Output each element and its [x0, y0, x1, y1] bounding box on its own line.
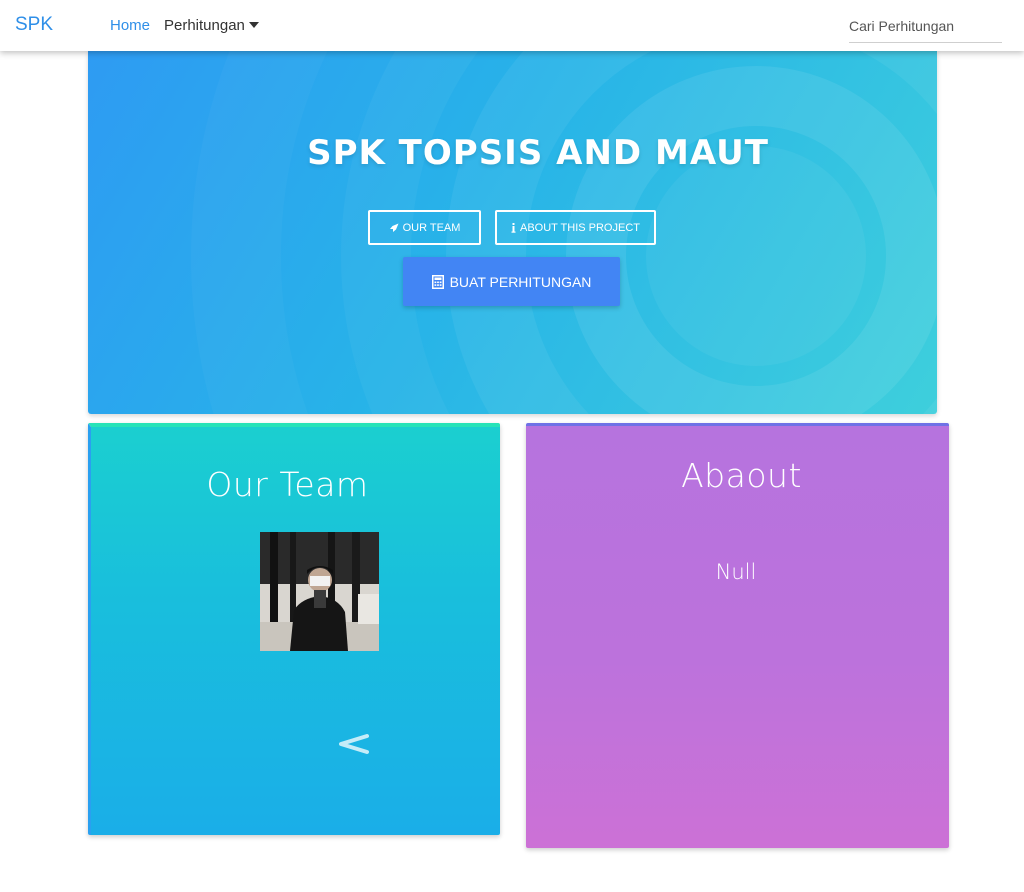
nav-home-link[interactable]: Home	[110, 17, 150, 34]
our-team-button-label: OUR TEAM	[402, 221, 461, 234]
nav-perhitungan-label: Perhitungan	[164, 17, 245, 34]
rocket-icon	[389, 223, 399, 232]
nav-perhitungan-dropdown[interactable]: Perhitungan	[164, 17, 259, 34]
hero-banner: SPK TOPSIS AND MAUT OUR TEAM ABOUT THIS …	[88, 51, 937, 414]
buat-perhitungan-button[interactable]: BUAT PERHITUNGAN	[403, 257, 620, 306]
our-team-button[interactable]: OUR TEAM	[368, 210, 481, 245]
brand-link[interactable]: SPK	[15, 14, 53, 36]
buat-perhitungan-label: BUAT PERHITUNGAN	[449, 273, 592, 290]
search-input[interactable]	[849, 10, 1002, 43]
hero-title: SPK TOPSIS AND MAUT	[307, 133, 769, 173]
caret-down-icon	[248, 22, 259, 28]
about-project-button[interactable]: ABOUT THIS PROJECT	[495, 210, 656, 245]
team-card-title: Our Team	[206, 465, 369, 504]
team-member-photo	[260, 532, 379, 651]
calculator-icon	[431, 274, 444, 289]
info-icon	[511, 222, 516, 233]
about-card: Abaout Null	[526, 423, 949, 848]
about-card-text: Null	[715, 560, 757, 584]
team-card: Our Team	[88, 423, 500, 835]
team-member-photo-image	[260, 532, 379, 651]
navbar: SPK Home Perhitungan	[0, 0, 1024, 51]
about-project-button-label: ABOUT THIS PROJECT	[519, 221, 640, 234]
about-card-title: Abaout	[681, 456, 802, 495]
chevron-left-icon[interactable]	[335, 733, 369, 755]
